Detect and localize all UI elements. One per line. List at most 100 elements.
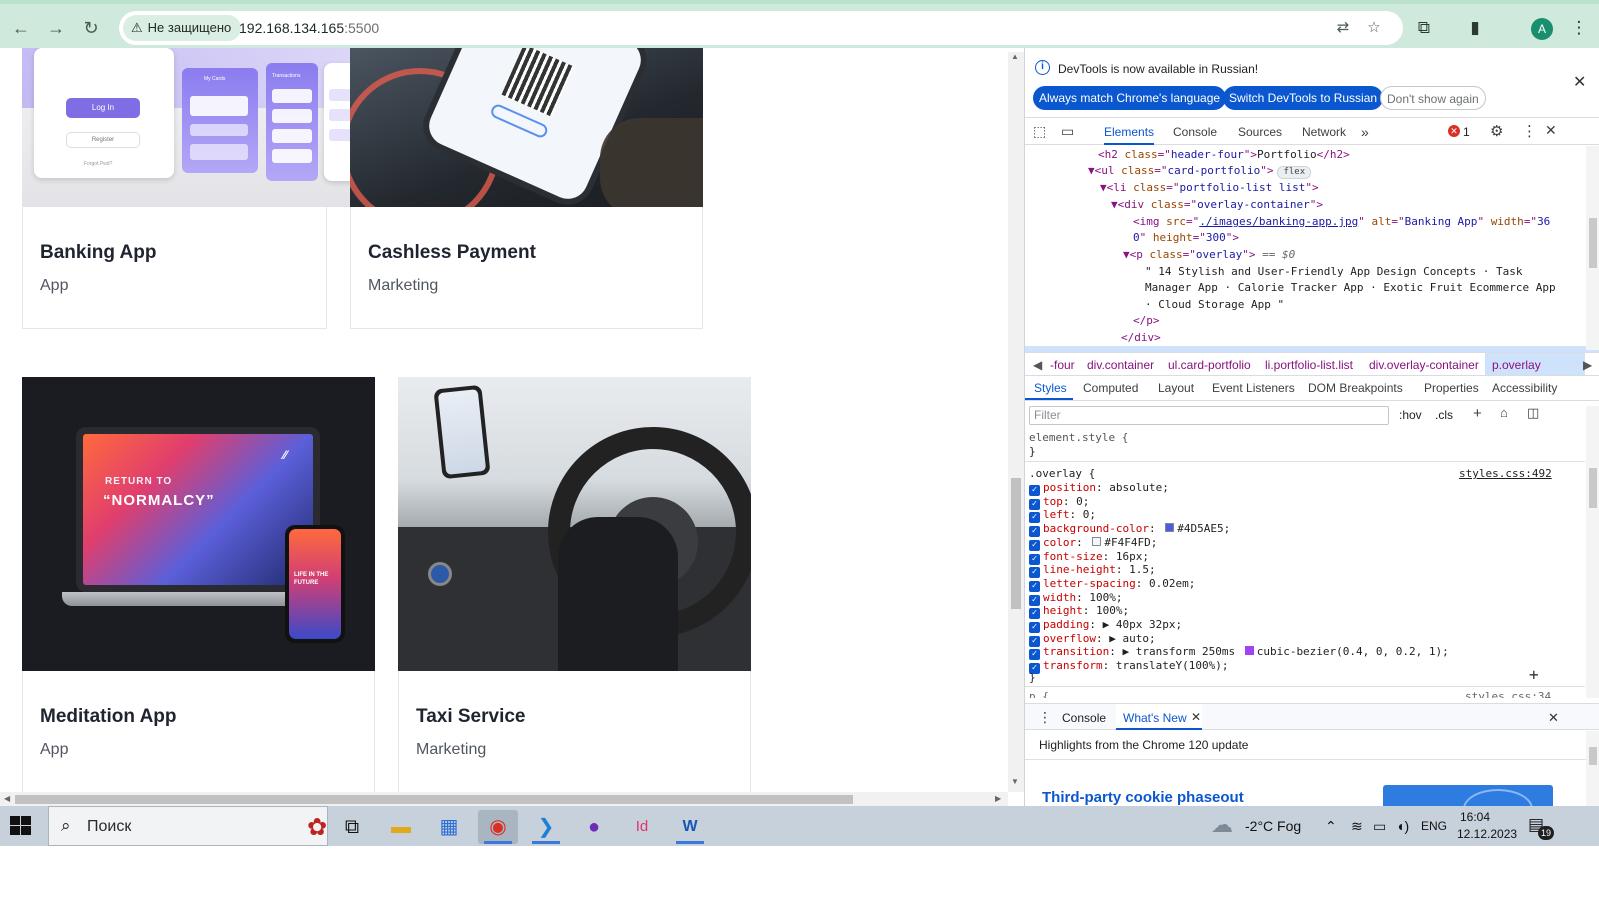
add-rule-icon[interactable]: + (1473, 405, 1482, 422)
settings-gear-icon[interactable]: ⚙ (1490, 122, 1503, 140)
device-toolbar-icon[interactable]: ▭ (1061, 123, 1074, 140)
switch-language-button[interactable]: Switch DevTools to Russian (1223, 86, 1384, 110)
star-icon[interactable]: ☆ (1365, 19, 1383, 37)
property-value[interactable]: ▶ transform 250ms (1122, 645, 1235, 658)
scroll-down-icon[interactable]: ▼ (1011, 777, 1019, 786)
crumb-item[interactable]: ul.card-portfolio (1168, 358, 1251, 372)
rule-selector[interactable]: .overlay { (1029, 467, 1095, 481)
drawer-menu-icon[interactable]: ⋮ (1038, 709, 1052, 726)
crumb-right-arrow-icon[interactable]: ▶ (1583, 358, 1592, 372)
crumb-item[interactable]: li.portfolio-list.list (1265, 358, 1353, 372)
property-value[interactable]: 1.5; (1129, 563, 1156, 576)
dom-tree-scroll-thumb[interactable] (1589, 218, 1597, 268)
dom-node-li[interactable]: ▼<li class="portfolio-list list"> (1100, 180, 1319, 197)
property-name[interactable]: padding (1043, 618, 1089, 631)
taskbar-search[interactable]: ⌕ Поиск ✿ (48, 806, 328, 846)
flex-badge[interactable]: flex (1277, 166, 1312, 179)
drawer-tab-console[interactable]: Console (1062, 711, 1106, 725)
dom-node-div[interactable]: ▼<div class="overlay-container"> (1111, 197, 1323, 214)
tray-chevron-icon[interactable]: ⌃ (1325, 818, 1337, 835)
property-name[interactable]: transform (1043, 659, 1103, 672)
property-name[interactable]: font-size (1043, 550, 1103, 563)
paint-brush-icon[interactable]: ⌂ (1500, 405, 1508, 420)
property-value[interactable]: 0; (1083, 508, 1096, 521)
property-value-extra[interactable]: cubic-bezier(0.4, 0, 0.2, 1); (1257, 645, 1449, 658)
clock-date[interactable]: 12.12.2023 (1457, 827, 1517, 841)
error-icon[interactable]: ✕ (1448, 125, 1460, 137)
color-swatch[interactable] (1092, 536, 1102, 546)
cashless-payment-image[interactable] (350, 48, 703, 207)
file-explorer-icon[interactable]: ▬ (381, 810, 421, 844)
subtab-accessibility[interactable]: Accessibility (1492, 381, 1557, 395)
close-drawer-icon[interactable]: ✕ (1548, 710, 1559, 726)
weather-text[interactable]: -2°C Fog (1245, 818, 1301, 834)
back-arrow-icon[interactable]: ← (7, 14, 35, 42)
match-language-button[interactable]: Always match Chrome's language (1033, 86, 1227, 110)
crumb-item[interactable]: div.overlay-container (1369, 358, 1479, 372)
vscode-icon[interactable]: ❯ (526, 810, 566, 844)
dont-show-again-button[interactable]: Don't show again (1380, 86, 1486, 110)
property-name[interactable]: background-color (1043, 522, 1149, 535)
menu-dots-icon[interactable]: ⋮ (1566, 15, 1592, 41)
crumb-left-arrow-icon[interactable]: ◀ (1033, 358, 1042, 372)
tab-sources[interactable]: Sources (1238, 119, 1282, 145)
windows-start-icon[interactable] (10, 816, 32, 836)
crumb-item[interactable]: div.container (1087, 358, 1154, 372)
wifi-icon[interactable]: ≋ (1351, 818, 1363, 835)
more-tabs-icon[interactable]: » (1361, 119, 1369, 145)
property-value[interactable]: translateY(100%); (1116, 659, 1229, 672)
property-value[interactable]: #4D5AE5; (1177, 522, 1230, 535)
toggle-sidebar-icon[interactable]: ◫ (1527, 405, 1539, 421)
property-value[interactable]: 100%; (1096, 604, 1129, 617)
property-value[interactable]: 100%; (1089, 591, 1122, 604)
page-scroll-thumb[interactable] (1011, 478, 1021, 609)
page-vertical-scrollbar[interactable] (1008, 52, 1024, 792)
drawer-scroll-thumb[interactable] (1589, 747, 1597, 765)
styles-filter-input[interactable]: Filter (1029, 406, 1389, 425)
drawer-tab-whats-new[interactable]: What's New (1123, 711, 1187, 725)
scroll-up-icon[interactable]: ▲ (1011, 52, 1019, 61)
side-panel-icon[interactable]: ▮ (1462, 15, 1488, 41)
subtab-layout[interactable]: Layout (1158, 381, 1194, 395)
reload-icon[interactable]: ↻ (77, 14, 105, 42)
property-value[interactable]: 0; (1076, 495, 1089, 508)
next-rule-source[interactable]: styles.css:34 (1465, 690, 1551, 698)
tab-console[interactable]: Console (1173, 119, 1217, 145)
dom-text-node[interactable]: " 14 Stylish and User-Friendly App Desig… (1145, 264, 1523, 281)
drawer-scrollbar[interactable] (1586, 731, 1599, 806)
task-view-icon[interactable]: ⧉ (332, 810, 372, 844)
easing-editor-icon[interactable] (1244, 646, 1254, 656)
whats-new-heading-link[interactable]: Third-party cookie phaseout (1042, 789, 1244, 806)
property-value[interactable]: ▶ 40px 32px; (1103, 618, 1182, 631)
close-devtools-icon[interactable]: ✕ (1545, 122, 1557, 139)
address-bar[interactable]: ⚠ Не защищено 192.168.134.165:5500 ⇄ ☆ (119, 11, 1403, 45)
crumb-item[interactable]: -four (1050, 358, 1075, 372)
url-text[interactable]: 192.168.134.165:5500 (239, 11, 379, 45)
property-value[interactable]: 0.02em; (1149, 577, 1195, 590)
css-property-row[interactable]: ✓ transform: translateY(100%); (1029, 659, 1229, 675)
word-icon[interactable]: W (670, 810, 710, 844)
profile-avatar[interactable]: A (1531, 18, 1553, 40)
property-name[interactable]: height (1043, 604, 1083, 617)
meditation-app-image[interactable]: RETURN TO “NORMALCY” ⁄⁄ LIFE IN THE FUTU… (22, 377, 375, 671)
clock-time[interactable]: 16:04 (1460, 810, 1490, 824)
forward-arrow-icon[interactable]: → (42, 14, 70, 42)
tab-elements[interactable]: Elements (1104, 119, 1155, 145)
volume-icon[interactable]: ◖) (1396, 818, 1409, 834)
crumb-item-active[interactable]: p.overlay (1492, 358, 1541, 372)
property-name[interactable]: left (1043, 508, 1070, 521)
tab-network[interactable]: Network (1302, 119, 1346, 145)
property-name[interactable]: top (1043, 495, 1063, 508)
hov-toggle[interactable]: :hov (1399, 408, 1422, 422)
input-method-icon[interactable]: ▭ (1373, 818, 1386, 835)
dom-node-h2[interactable]: <h2 class="header-four">Portfolio</h2> (1098, 147, 1350, 164)
subtab-dom-breakpoints[interactable]: DOM Breakpoints (1308, 381, 1403, 395)
property-name[interactable]: letter-spacing (1043, 577, 1136, 590)
property-name[interactable]: line-height (1043, 563, 1116, 576)
subtab-computed[interactable]: Computed (1083, 381, 1138, 395)
inspect-element-icon[interactable]: ⬚ (1033, 123, 1046, 140)
property-name[interactable]: position (1043, 481, 1096, 494)
microsoft-store-icon[interactable]: ▦ (429, 810, 469, 844)
translate-icon[interactable]: ⇄ (1334, 19, 1352, 37)
styles-scrollbar[interactable] (1586, 406, 1599, 698)
